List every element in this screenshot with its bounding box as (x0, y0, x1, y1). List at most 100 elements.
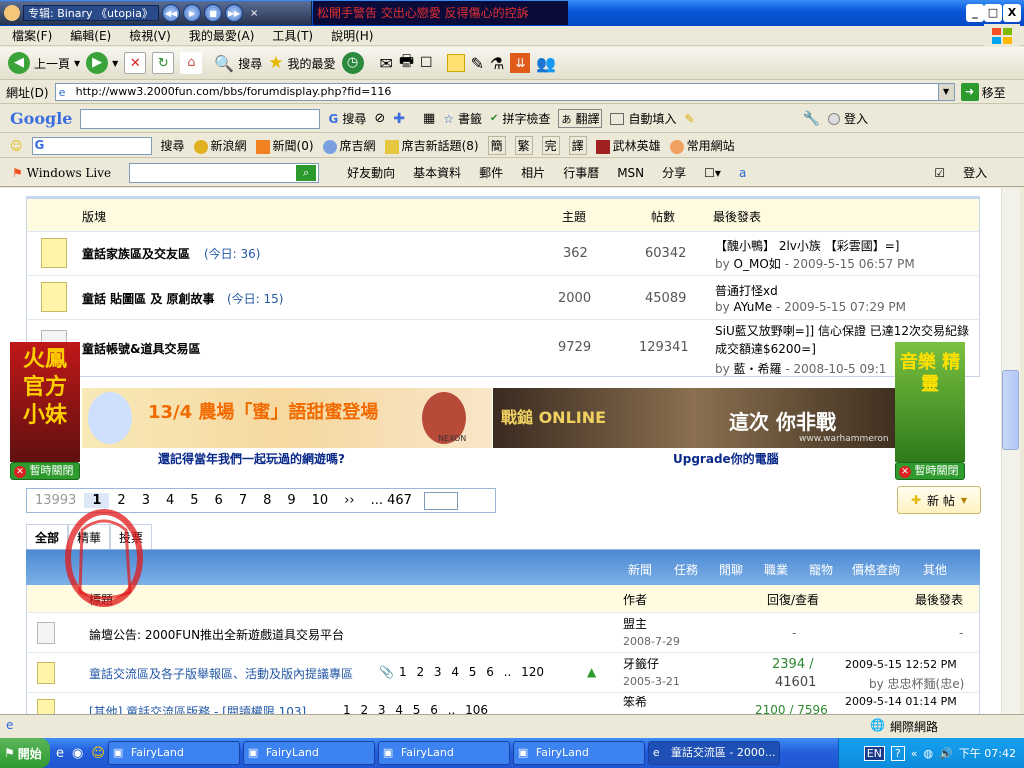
plus-icon[interactable]: ✚ (393, 111, 405, 127)
cat-link-quest[interactable]: 任務 (674, 561, 698, 578)
secondary-search-input[interactable]: G (31, 136, 152, 155)
news-link[interactable]: 新聞(0) (255, 137, 314, 154)
menu-help[interactable]: 說明(H) (331, 27, 373, 44)
thread-pages[interactable]: 1 2 3 4 5 6 .. 106 (343, 703, 488, 714)
help-icon[interactable]: ? (890, 745, 905, 761)
live-translate-icon[interactable]: a (739, 166, 746, 180)
popup-blocker-icon[interactable]: ⊘ (374, 111, 385, 126)
secondary-search-button[interactable]: 搜尋 (161, 137, 185, 154)
home-icon[interactable]: ⌂ (180, 52, 203, 74)
thread-pages[interactable]: 1 2 3 4 5 6 .. 120 (399, 665, 544, 679)
vertical-scrollbar[interactable] (1001, 188, 1020, 714)
stop-icon[interactable]: ✕ (124, 52, 147, 74)
banner1-caption[interactable]: 還記得當年我們一起玩過的網遊嗎? (158, 450, 345, 467)
bookmarks-button[interactable]: ☆ 書籤 (443, 110, 482, 127)
address-dropdown-icon[interactable]: ▼ (937, 84, 954, 100)
live-login-button[interactable]: 登入 (963, 164, 987, 181)
favorites-button[interactable]: ★ 我的最愛 (268, 53, 335, 73)
page-link[interactable]: 8 (255, 493, 279, 508)
forward-button[interactable]: ▶ ▼ (86, 52, 118, 74)
cat-link-chat[interactable]: 閒聊 (719, 561, 743, 578)
live-link-mail[interactable]: 郵件 (479, 164, 503, 181)
page-last[interactable]: ... 467 (363, 493, 420, 508)
banner-ad-warhammer[interactable]: 戰鎚 ONLINE 這次 你非戰 www.warhammeron (493, 388, 895, 448)
taskbar-item-fairyland[interactable]: ▣ FairyLand (107, 741, 240, 765)
minimize-button[interactable]: _ (966, 4, 984, 22)
live-link-calendar[interactable]: 行事曆 (563, 164, 599, 181)
note-icon[interactable] (446, 54, 465, 72)
volume-icon[interactable]: 🔊 (939, 747, 953, 760)
wulin-link[interactable]: 武林英雄 (595, 137, 661, 154)
thread-last-user[interactable]: by 忠忠杯麵(忠e) (869, 675, 964, 692)
translate-button[interactable]: あ翻譯 (558, 109, 603, 128)
google-search-button[interactable]: G 搜尋 (328, 110, 366, 127)
autofill-button[interactable]: 自動填入 (610, 110, 676, 127)
play-icon[interactable]: ▶ (183, 4, 201, 22)
page-jump-input[interactable] (423, 491, 458, 510)
thread-author[interactable]: 牙籤仔 (623, 655, 659, 672)
address-input[interactable]: e http://www3.2000fun.com/bbs/forumdispl… (54, 83, 955, 101)
banner-ad-farm[interactable]: 13/4 農場「蜜」語甜蜜登場 NEXON (82, 388, 492, 448)
maximize-button[interactable]: □ (984, 4, 1002, 22)
smiley-quicklaunch-icon[interactable]: ☺ (91, 746, 105, 761)
page-link[interactable]: 10 (304, 493, 337, 508)
taskbar-item-fairyland[interactable]: ▣ FairyLand (242, 741, 375, 765)
traditional-button[interactable]: 繁 (514, 136, 533, 155)
complete-button[interactable]: 完 (541, 136, 560, 155)
left-float-ad[interactable]: 火鳳 官方 小妹 (10, 342, 80, 462)
tray-expand-icon[interactable]: « (911, 747, 918, 760)
right-float-ad[interactable]: 音樂 精靈 (895, 342, 965, 462)
go-button[interactable]: ➜ 移至 (960, 83, 1006, 101)
page-next[interactable]: ›› (336, 493, 362, 508)
download-icon[interactable]: ⇊ (510, 53, 531, 73)
pen-icon[interactable]: ✎ (471, 54, 484, 73)
next-track-icon[interactable]: ▶▶ (225, 4, 243, 22)
spellcheck-button[interactable]: ✔ 拼字檢查 (490, 110, 550, 127)
taskbar-item-browser[interactable]: e 童話交流區 - 2000... (647, 741, 780, 765)
live-link-share[interactable]: 分享 (662, 164, 686, 181)
simplified-button[interactable]: 簡 (487, 136, 506, 155)
live-link-photos[interactable]: 相片 (521, 164, 545, 181)
messenger-icon[interactable]: 👥 (536, 54, 556, 73)
close-button[interactable]: X (1003, 4, 1021, 22)
menu-favorites[interactable]: 我的最愛(A) (189, 27, 255, 44)
xiji-topic-link[interactable]: 席吉新話題(8) (384, 137, 479, 154)
taskbar-item-fairyland[interactable]: ▣ FairyLand (377, 741, 510, 765)
search-button[interactable]: 🔍 搜尋 (214, 54, 262, 73)
menu-file[interactable]: 檔案(F) (12, 27, 52, 44)
menu-tools[interactable]: 工具(T) (272, 27, 313, 44)
left-ad-close-button[interactable]: ✕ 暫時關閉 (10, 462, 80, 480)
live-search-icon[interactable]: ⌕ (296, 164, 317, 181)
thread-author[interactable]: 盟主 (623, 615, 647, 632)
edit-icon[interactable]: ☐ (420, 55, 433, 71)
page-link[interactable]: 4 (158, 493, 182, 508)
google-login-button[interactable]: 登入 (827, 110, 868, 127)
research-icon[interactable]: ⚗ (490, 54, 504, 73)
stop-icon[interactable]: ■ (204, 4, 222, 22)
common-sites-link[interactable]: 常用網站 (669, 137, 735, 154)
sina-link[interactable]: 新浪網 (193, 137, 247, 154)
board-title[interactable]: 童話家族區及交友區 (82, 245, 190, 262)
live-link-msn[interactable]: MSN (617, 166, 644, 180)
menu-view[interactable]: 檢視(V) (129, 27, 171, 44)
google-search-input[interactable] (80, 108, 321, 129)
live-check-icon[interactable]: ☑ (934, 166, 945, 180)
cat-link-other[interactable]: 其他 (923, 561, 947, 578)
ie-quicklaunch-icon[interactable]: e (56, 746, 64, 761)
settings-wrench-icon[interactable]: 🔧 (803, 111, 820, 127)
live-link-profile[interactable]: 基本資料 (413, 164, 461, 181)
board-title[interactable]: 童話帳號&道具交易區 (82, 340, 200, 357)
xiji-link[interactable]: 席吉網 (322, 137, 376, 154)
translate-zh-button[interactable]: 譯 (568, 136, 587, 155)
highlight-icon[interactable]: ✎ (684, 112, 694, 126)
thread-title[interactable]: [其他] 童話交流區版務 - [閱讀權限 103] (89, 703, 306, 714)
start-button[interactable]: ⚑ 開始 (0, 738, 50, 768)
page-link[interactable]: 7 (231, 493, 255, 508)
cat-link-pet[interactable]: 寵物 (809, 561, 833, 578)
live-search-input[interactable]: ⌕ (129, 162, 320, 183)
right-ad-close-button[interactable]: ✕ 暫時關閉 (895, 462, 965, 480)
page-link[interactable]: 9 (279, 493, 303, 508)
print-icon[interactable]: 🖶 (399, 50, 414, 77)
live-options-icon[interactable]: ☐▾ (704, 166, 721, 180)
cat-link-news[interactable]: 新聞 (628, 561, 652, 578)
